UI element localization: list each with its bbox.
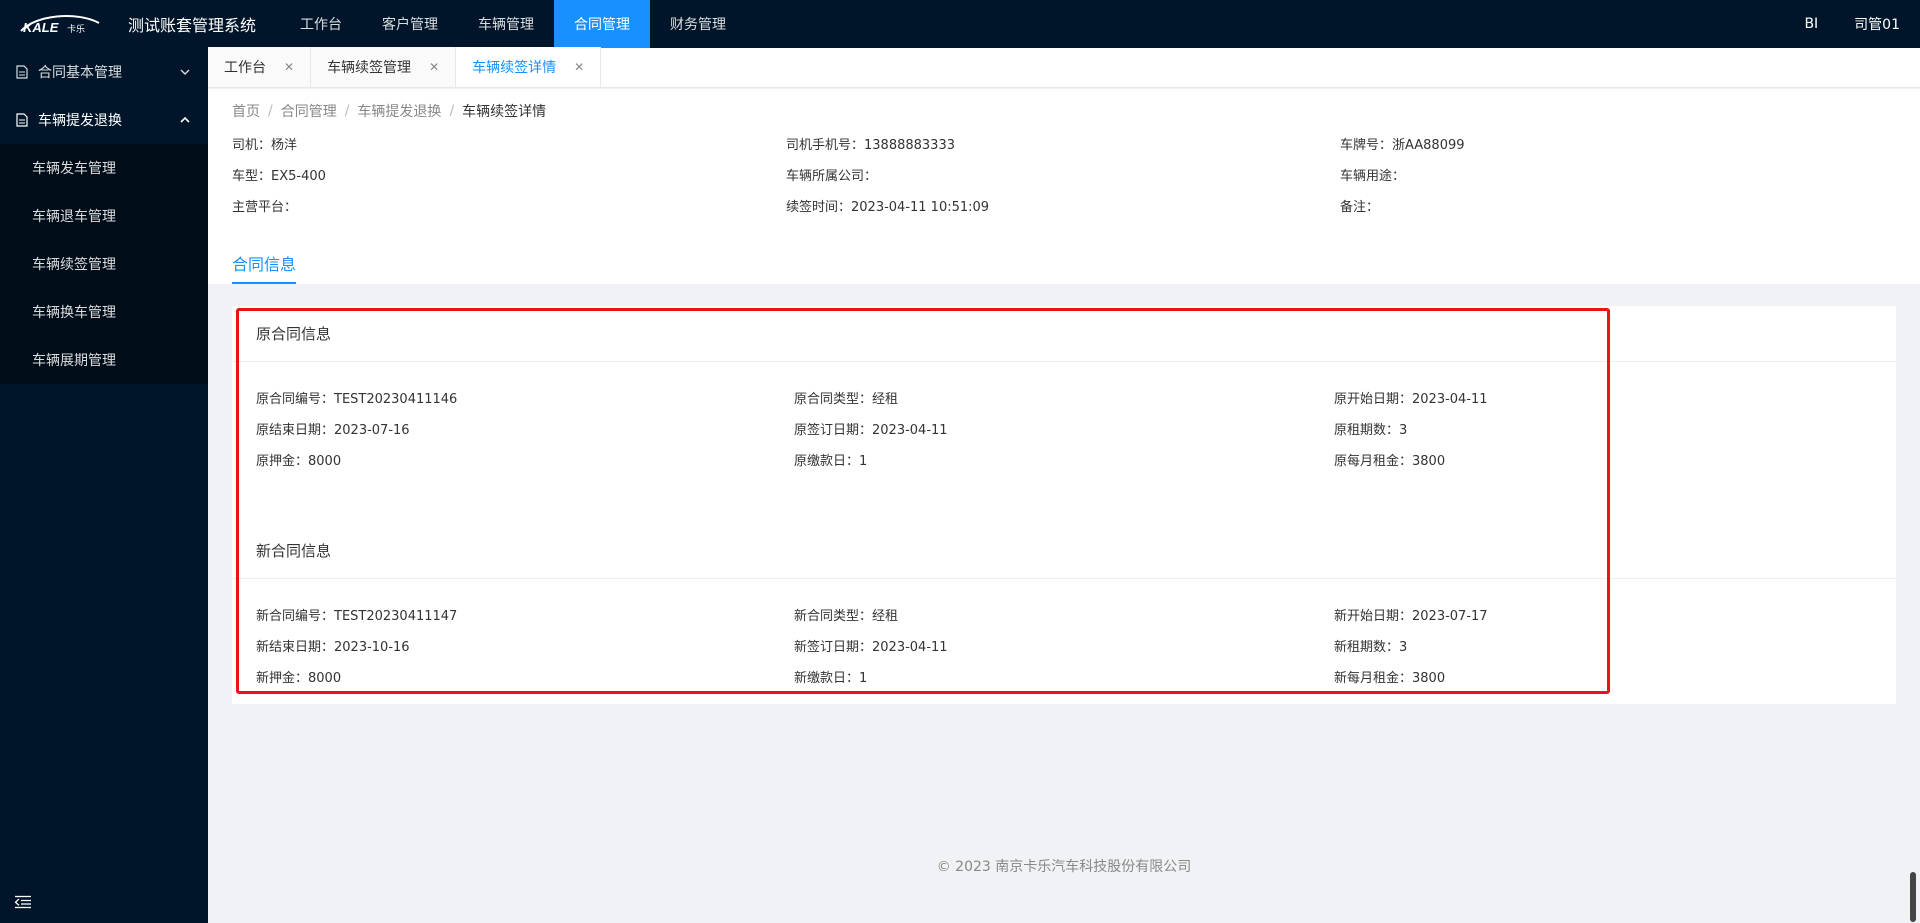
tab-contract-info[interactable]: 合同信息: [232, 251, 297, 284]
topnav-item-customers[interactable]: 客户管理: [362, 0, 458, 48]
sidebar-item-exchange[interactable]: 车辆换车管理: [0, 288, 208, 336]
original-sign-date: 原签订日期：2023-04-11: [794, 423, 948, 438]
kale-logo-icon: KALE 卡乐: [20, 15, 100, 35]
new-contract-no: 新合同编号：TEST20230411147: [256, 609, 458, 624]
sidebar-group-label: 合同基本管理: [38, 65, 122, 81]
info-plate: 车牌号：浙AA88099: [1340, 138, 1465, 153]
menu-fold-icon[interactable]: [14, 895, 32, 909]
info-usage: 车辆用途：: [1340, 169, 1406, 184]
original-monthly-rent: 原每月租金：3800: [1334, 454, 1446, 469]
app-title: 测试账套管理系统: [128, 16, 257, 35]
close-icon[interactable]: ✕: [429, 60, 439, 74]
original-deposit: 原押金：8000: [256, 454, 342, 469]
document-icon: [16, 113, 28, 127]
breadcrumb-current: 车辆续签详情: [462, 104, 547, 120]
chevron-up-icon: [180, 117, 190, 123]
new-monthly-rent: 新每月租金：3800: [1334, 671, 1446, 686]
original-contract-title: 原合同信息: [232, 306, 1896, 362]
original-contract-type: 原合同类型：经租: [794, 392, 899, 407]
document-icon: [16, 65, 28, 79]
chevron-down-icon: [180, 69, 190, 75]
new-sign-date: 新签订日期：2023-04-11: [794, 640, 948, 655]
original-term-count: 原租期数：3: [1334, 423, 1408, 438]
brand-logo[interactable]: KALE 卡乐: [0, 0, 120, 48]
topnav-item-contracts[interactable]: 合同管理: [554, 0, 651, 48]
info-company: 车辆所属公司：: [786, 169, 878, 184]
sidebar-item-dispatch[interactable]: 车辆发车管理: [0, 144, 208, 192]
close-icon[interactable]: ✕: [574, 60, 584, 74]
new-contract-title: 新合同信息: [232, 523, 1896, 579]
new-deposit: 新押金：8000: [256, 671, 342, 686]
top-navigation-bar: KALE 卡乐 测试账套管理系统 工作台 客户管理 车辆管理 合同管理 财务管理…: [0, 0, 1920, 48]
original-start-date: 原开始日期：2023-04-11: [1334, 392, 1488, 407]
breadcrumb: 首页 / 合同管理 / 车辆提发退换 / 车辆续签详情: [232, 89, 1920, 133]
new-contract-fields: 新合同编号：TEST20230411147 新合同类型：经租 新开始日期：202…: [232, 579, 1896, 712]
info-model: 车型：EX5-400: [232, 169, 326, 184]
original-contract-no: 原合同编号：TEST20230411146: [256, 392, 458, 407]
original-end-date: 原结束日期：2023-07-16: [256, 423, 410, 438]
topnav-item-finance[interactable]: 财务管理: [650, 0, 746, 48]
tab-workbench[interactable]: 工作台 ✕: [208, 47, 312, 87]
top-nav-menu: 工作台 客户管理 车辆管理 合同管理 财务管理: [280, 0, 746, 48]
info-remark: 备注：: [1340, 200, 1380, 215]
info-platform: 主营平台：: [232, 200, 298, 215]
svg-text:卡乐: 卡乐: [67, 23, 85, 35]
breadcrumb-contracts[interactable]: 合同管理: [281, 101, 337, 121]
new-term-count: 新租期数：3: [1334, 640, 1408, 655]
tab-label: 工作台: [224, 60, 266, 76]
sidebar: 合同基本管理 车辆提发退换 车辆发车管理 车辆退车管理 车辆续签管理 车辆换车管…: [0, 48, 208, 923]
topnav-item-vehicles[interactable]: 车辆管理: [458, 0, 554, 48]
new-contract-type: 新合同类型：经租: [794, 609, 899, 624]
breadcrumb-separator: /: [344, 103, 350, 119]
new-start-date: 新开始日期：2023-07-17: [1334, 609, 1488, 624]
detail-header: 首页 / 合同管理 / 车辆提发退换 / 车辆续签详情 司机：杨洋 司机手机号：…: [208, 89, 1920, 284]
contract-card: 原合同信息 原合同编号：TEST20230411146 原合同类型：经租 原开始…: [232, 306, 1896, 704]
sidebar-group-label: 车辆提发退换: [38, 113, 122, 129]
info-driver-phone: 司机手机号：13888883333: [786, 138, 955, 153]
tab-label: 车辆续签管理: [327, 60, 412, 76]
breadcrumb-separator: /: [268, 103, 273, 119]
breadcrumb-vehicle-handover[interactable]: 车辆提发退换: [357, 101, 441, 121]
new-end-date: 新结束日期：2023-10-16: [256, 640, 410, 655]
original-payment-day: 原缴款日：1: [794, 454, 868, 469]
sidebar-item-renewal[interactable]: 车辆续签管理: [0, 240, 208, 288]
info-driver: 司机：杨洋: [232, 138, 298, 153]
bi-link[interactable]: BI: [1804, 16, 1818, 32]
user-menu[interactable]: 司管01: [1854, 14, 1900, 34]
original-contract-fields: 原合同编号：TEST20230411146 原合同类型：经租 原开始日期：202…: [232, 362, 1896, 495]
footer-copyright: © 2023 南京卡乐汽车科技股份有限公司: [936, 859, 1192, 875]
breadcrumb-separator: /: [449, 103, 455, 119]
close-icon[interactable]: ✕: [284, 60, 294, 74]
page-tabs: 工作台 ✕ 车辆续签管理 ✕ 车辆续签详情 ✕: [208, 47, 1920, 88]
scrollbar-thumb[interactable]: [1910, 872, 1916, 922]
topbar-right: BI 司管01: [1804, 0, 1900, 48]
sidebar-submenu: 车辆发车管理 车辆退车管理 车辆续签管理 车辆换车管理 车辆展期管理: [0, 144, 208, 384]
sidebar-item-return[interactable]: 车辆退车管理: [0, 192, 208, 240]
tab-label: 车辆续签详情: [472, 60, 557, 76]
topnav-item-workbench[interactable]: 工作台: [280, 0, 362, 48]
sidebar-item-extension[interactable]: 车辆展期管理: [0, 336, 208, 384]
info-renewal-time: 续签时间：2023-04-11 10:51:09: [786, 200, 990, 215]
vehicle-info-grid: 司机：杨洋 司机手机号：13888883333 车牌号：浙AA88099 车型：…: [232, 133, 1920, 216]
svg-text:KALE: KALE: [23, 20, 59, 35]
tab-renewal-management[interactable]: 车辆续签管理 ✕: [311, 47, 457, 87]
tab-renewal-detail[interactable]: 车辆续签详情 ✕: [456, 47, 602, 87]
new-payment-day: 新缴款日：1: [794, 671, 868, 686]
sidebar-group-vehicle-handover[interactable]: 车辆提发退换: [0, 96, 208, 144]
sidebar-group-contract-basic[interactable]: 合同基本管理: [0, 48, 208, 96]
breadcrumb-home[interactable]: 首页: [232, 101, 260, 121]
